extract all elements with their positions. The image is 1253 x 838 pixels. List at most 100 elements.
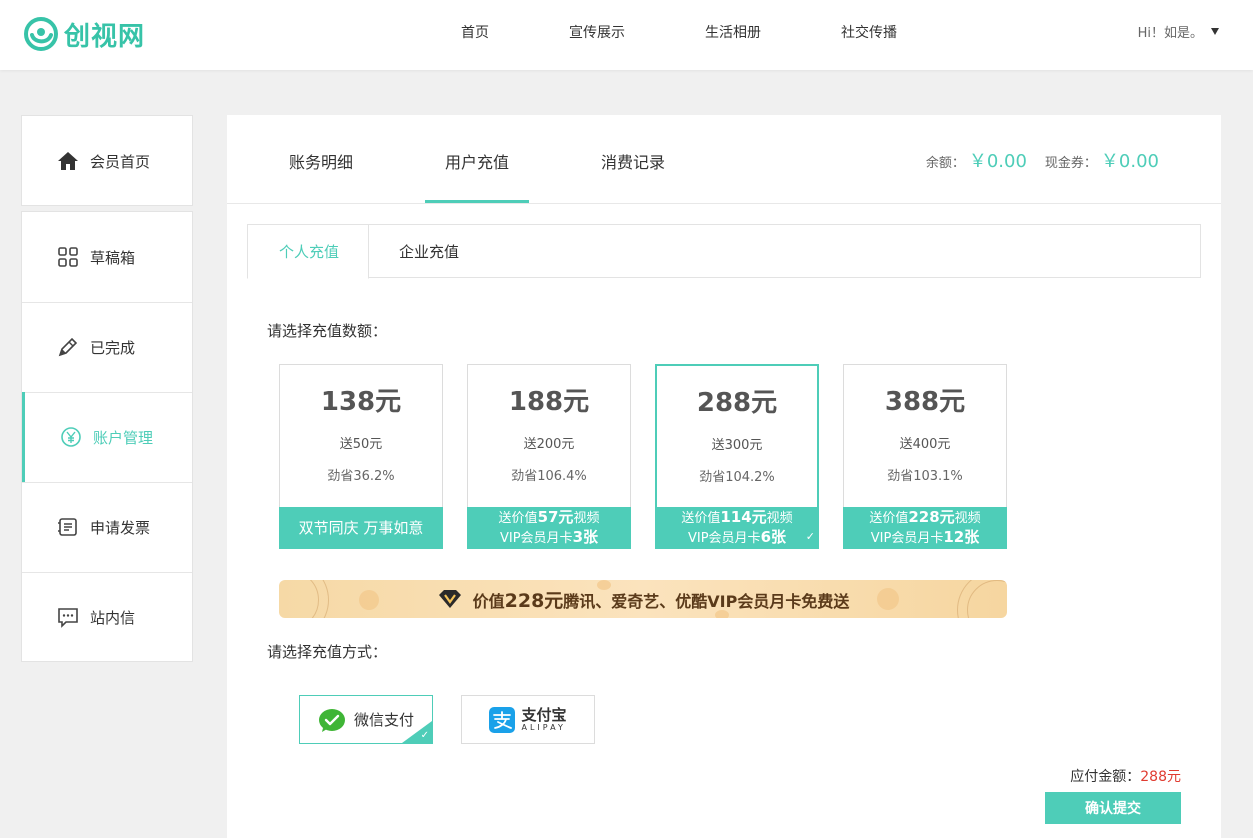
package-card-388[interactable]: 388元 送400元 劲省103.1% 送价值228元视频 VIP会员月卡12张: [843, 364, 1007, 549]
package-gift: 送200元: [523, 437, 575, 452]
nav-album[interactable]: 生活相册: [705, 22, 761, 42]
package-band: 双节同庆 万事如意: [279, 507, 443, 549]
sidebar-item-account[interactable]: 账户管理: [22, 392, 192, 482]
top-header: 创视网 首页 宣传展示 生活相册 社交传播 Hi！如是。: [0, 0, 1253, 70]
vip-promo-banner[interactable]: 价值228元腾讯、爱奇艺、优酷VIP会员月卡免费送: [279, 580, 1007, 618]
decor-arc: [279, 580, 319, 618]
logo[interactable]: 创视网: [24, 14, 145, 54]
selected-check-icon: ✓: [420, 730, 429, 741]
package-saving: 劲省104.2%: [699, 470, 775, 485]
coupon-value: ￥0.00: [1100, 151, 1159, 172]
package-amount: 388元: [884, 387, 966, 417]
logo-text: 创视网: [64, 21, 146, 52]
sidebar-item-label: 会员首页: [90, 152, 151, 171]
promo-post: 腾讯、爱奇艺、优酷VIP会员月卡免费送: [563, 591, 850, 611]
package-gift: 送400元: [899, 437, 951, 452]
decor-dot: [359, 590, 379, 610]
active-tab-indicator: [425, 200, 529, 203]
band-post: 视频: [766, 511, 793, 526]
nav-home[interactable]: 首页: [461, 22, 489, 42]
sub-tabs: 个人充值 企业充值: [247, 224, 1201, 279]
band-line2-pre: VIP会员月卡: [870, 531, 944, 546]
sidebar-item-messages[interactable]: 站内信: [22, 572, 192, 662]
decor-dot: [715, 610, 729, 618]
confirm-submit-button[interactable]: 确认提交: [1045, 792, 1181, 824]
band-pre: 送价值: [681, 511, 721, 526]
alipay-label: 支付宝 ALIPAY: [521, 707, 566, 733]
sidebar-item-home[interactable]: 会员首页: [22, 116, 192, 206]
top-tabs: 账务明细 用户充值 消费记录 余额： ￥0.00 现金券： ￥0.00: [227, 115, 1221, 204]
package-band-text: 双节同庆 万事如意: [298, 519, 424, 537]
total-label: 应付金额：: [1070, 769, 1141, 785]
band-pre: 送价值: [498, 511, 538, 526]
promo-num: 228元: [504, 589, 564, 612]
wechat-pay-option[interactable]: 微信支付 ✓: [299, 695, 433, 744]
pencil-icon: [56, 335, 80, 359]
sidebar-item-label: 站内信: [90, 608, 136, 627]
tab-consumption[interactable]: 消费记录: [601, 149, 665, 173]
band-num: 57元: [537, 508, 574, 526]
sidebar-item-label: 申请发票: [90, 518, 151, 537]
package-card-138[interactable]: 138元 送50元 劲省36.2% 双节同庆 万事如意: [279, 364, 443, 549]
alipay-cn: 支付宝: [521, 705, 567, 724]
band-post: 视频: [954, 511, 981, 526]
coupon-label: 现金券：: [1044, 156, 1097, 171]
band-line2-num: 3张: [572, 528, 598, 546]
package-gift: 送300元: [711, 438, 763, 453]
band-pre: 送价值: [869, 511, 909, 526]
subtab-personal[interactable]: 个人充值: [279, 241, 339, 262]
package-band: 送价值114元视频 VIP会员月卡6张 ✓: [655, 507, 819, 549]
balance-label: 余额：: [925, 156, 965, 171]
band-line2-num: 12张: [943, 528, 980, 546]
total-value: 288元: [1140, 769, 1181, 785]
alipay-option[interactable]: 支付宝 ALIPAY: [461, 695, 595, 744]
package-saving: 劲省36.2%: [327, 469, 395, 484]
sidebar-item-label: 草稿箱: [90, 248, 136, 267]
band-line2-pre: VIP会员月卡: [499, 531, 573, 546]
alipay-en: ALIPAY: [521, 722, 566, 732]
package-saving: 劲省103.1%: [887, 469, 963, 484]
package-amount: 288元: [696, 388, 778, 418]
nav-social[interactable]: 社交传播: [841, 22, 897, 42]
band-post: 视频: [573, 511, 600, 526]
package-amount: 138元: [320, 387, 402, 417]
sidebar-box-menu: 草稿箱 已完成 账户管理 申请发票 站内信: [21, 211, 193, 662]
sidebar-item-completed[interactable]: 已完成: [22, 302, 192, 392]
package-card-288[interactable]: 288元 送300元 劲省104.2% 送价值114元视频 VIP会员月卡6张 …: [655, 364, 819, 549]
promo-pre: 价值: [472, 591, 505, 611]
package-band: 送价值57元视频 VIP会员月卡3张: [467, 507, 631, 549]
package-saving: 劲省106.4%: [511, 469, 587, 484]
nav-showcase[interactable]: 宣传展示: [569, 22, 625, 42]
sidebar-item-drafts[interactable]: 草稿箱: [22, 212, 192, 302]
user-menu[interactable]: Hi！如是。: [1138, 22, 1219, 41]
package-gift: 送50元: [339, 437, 383, 452]
band-num: 114元: [720, 508, 767, 526]
sidebar-item-label: 已完成: [90, 338, 136, 357]
main-panel: 账务明细 用户充值 消费记录 余额： ￥0.00 现金券： ￥0.00 个人充值…: [227, 115, 1221, 838]
band-num: 228元: [908, 508, 955, 526]
method-prompt: 请选择充值方式：: [267, 643, 388, 661]
package-amount: 188元: [508, 387, 590, 417]
user-greeting: Hi！如是。: [1137, 26, 1203, 41]
grid-icon: [56, 245, 80, 269]
tab-account-details[interactable]: 账务明细: [289, 149, 353, 173]
package-card-188[interactable]: 188元 送200元 劲省106.4% 送价值57元视频 VIP会员月卡3张: [467, 364, 631, 549]
yen-icon: [59, 425, 83, 449]
caret-down-icon: [1211, 28, 1219, 35]
band-line2-num: 6张: [760, 528, 786, 546]
subtab-enterprise[interactable]: 企业充值: [399, 241, 459, 262]
vip-diamond-icon: [438, 590, 461, 608]
sidebar-item-invoice[interactable]: 申请发票: [22, 482, 192, 572]
total-amount: 应付金额：288元: [1070, 766, 1181, 786]
band-line2-pre: VIP会员月卡: [687, 531, 761, 546]
amount-prompt: 请选择充值数额：: [267, 322, 388, 340]
package-band: 送价值228元视频 VIP会员月卡12张: [843, 507, 1007, 549]
message-icon: [56, 605, 80, 629]
balance-value: ￥0.00: [968, 151, 1027, 172]
promo-text: 价值228元腾讯、爱奇艺、优酷VIP会员月卡免费送: [473, 586, 850, 613]
tab-recharge[interactable]: 用户充值: [445, 149, 509, 173]
logo-swirl-icon: [24, 17, 58, 51]
alipay-icon: [489, 706, 516, 733]
sidebar-item-label: 账户管理: [93, 428, 154, 447]
balance-summary: 余额： ￥0.00 现金券： ￥0.00: [926, 147, 1159, 173]
